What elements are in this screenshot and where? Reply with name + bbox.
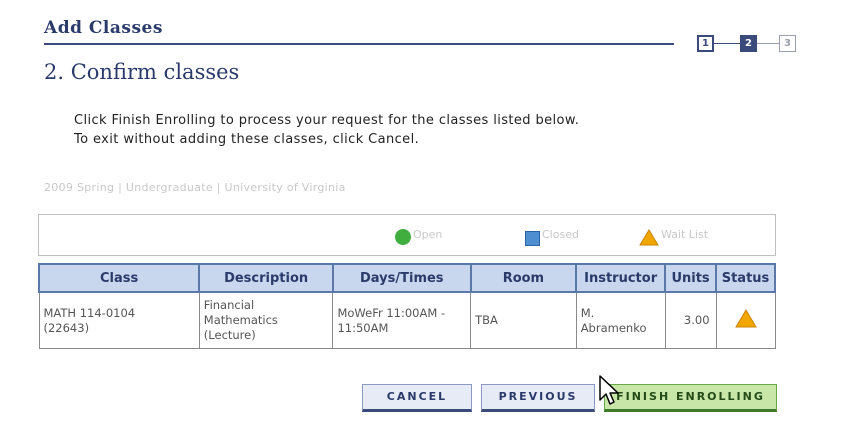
units-cell: 3.00	[664, 291, 717, 349]
open-circle-icon	[395, 229, 411, 245]
previous-button[interactable]: Previous	[481, 384, 595, 412]
description-line: Financial	[203, 298, 255, 312]
mouse-pointer-icon	[599, 375, 619, 405]
step-3: 3	[779, 35, 796, 52]
days-times-line: MoWeFr 11:00AM -	[337, 305, 446, 320]
days-times-cell: MoWeFr 11:00AM - 11:50AM	[332, 291, 472, 349]
class-code: MATH 114-0104	[43, 305, 136, 320]
instructor-line: M.	[580, 305, 595, 320]
step-1: 1	[697, 35, 714, 52]
days-times-line: 11:50AM	[337, 320, 389, 335]
warning-triangle-icon	[734, 309, 757, 328]
class-number: (22643)	[43, 320, 90, 335]
selected-classes-table: Class Description Days/Times Room Instru…	[37, 263, 776, 349]
table-header-row: Class Description Days/Times Room Instru…	[37, 263, 776, 293]
instruction-line: To exit without adding these classes, cl…	[74, 132, 420, 147]
header-divider	[44, 43, 674, 45]
closed-square-icon	[525, 231, 540, 246]
table-row: MATH 114-0104 (22643) Financial Mathemat…	[38, 291, 776, 349]
term-career-institution: 2009 Spring | Undergraduate | University…	[44, 181, 346, 194]
instructor-line: Abramenko	[580, 320, 647, 335]
description-cell: Financial Mathematics (Lecture)	[198, 291, 334, 349]
column-header-instructor[interactable]: Instructor	[575, 263, 667, 293]
page-title: 2. Confirm classes	[44, 60, 240, 84]
instruction-line: Click Finish Enrolling to process your r…	[74, 113, 580, 128]
step-2-current: 2	[740, 35, 757, 52]
status-legend: Open Closed Wait List	[38, 214, 776, 256]
finish-enrolling-button[interactable]: Finish Enrolling	[604, 384, 777, 412]
column-header-room[interactable]: Room	[469, 263, 578, 293]
status-cell	[715, 291, 776, 349]
column-header-units[interactable]: Units	[664, 263, 718, 293]
column-header-class[interactable]: Class	[37, 263, 201, 293]
add-classes-page: Add Classes 1 2 3 2. Confirm classes Cli…	[0, 0, 841, 445]
instructions: Click Finish Enrolling to process your r…	[74, 111, 579, 149]
description-line: (Lecture)	[203, 328, 256, 342]
step-indicator: 1 2 3	[697, 35, 807, 55]
legend-open-label: Open	[413, 228, 443, 241]
header-title: Add Classes	[44, 18, 163, 38]
class-cell: MATH 114-0104 (22643)	[38, 291, 200, 349]
column-header-days-times[interactable]: Days/Times	[331, 263, 472, 293]
legend-wait-list-label: Wait List	[661, 228, 709, 241]
cancel-button[interactable]: Cancel	[362, 384, 472, 412]
column-header-description[interactable]: Description	[198, 263, 334, 293]
instructor-cell: M. Abramenko	[575, 291, 666, 349]
description-line: Mathematics	[203, 313, 278, 327]
legend-closed-label: Closed	[542, 228, 579, 241]
step-connector	[757, 43, 779, 44]
column-header-status[interactable]: Status	[715, 263, 776, 293]
wait-list-triangle-icon	[639, 229, 659, 246]
room-cell: TBA	[470, 291, 577, 349]
step-connector	[714, 43, 740, 44]
